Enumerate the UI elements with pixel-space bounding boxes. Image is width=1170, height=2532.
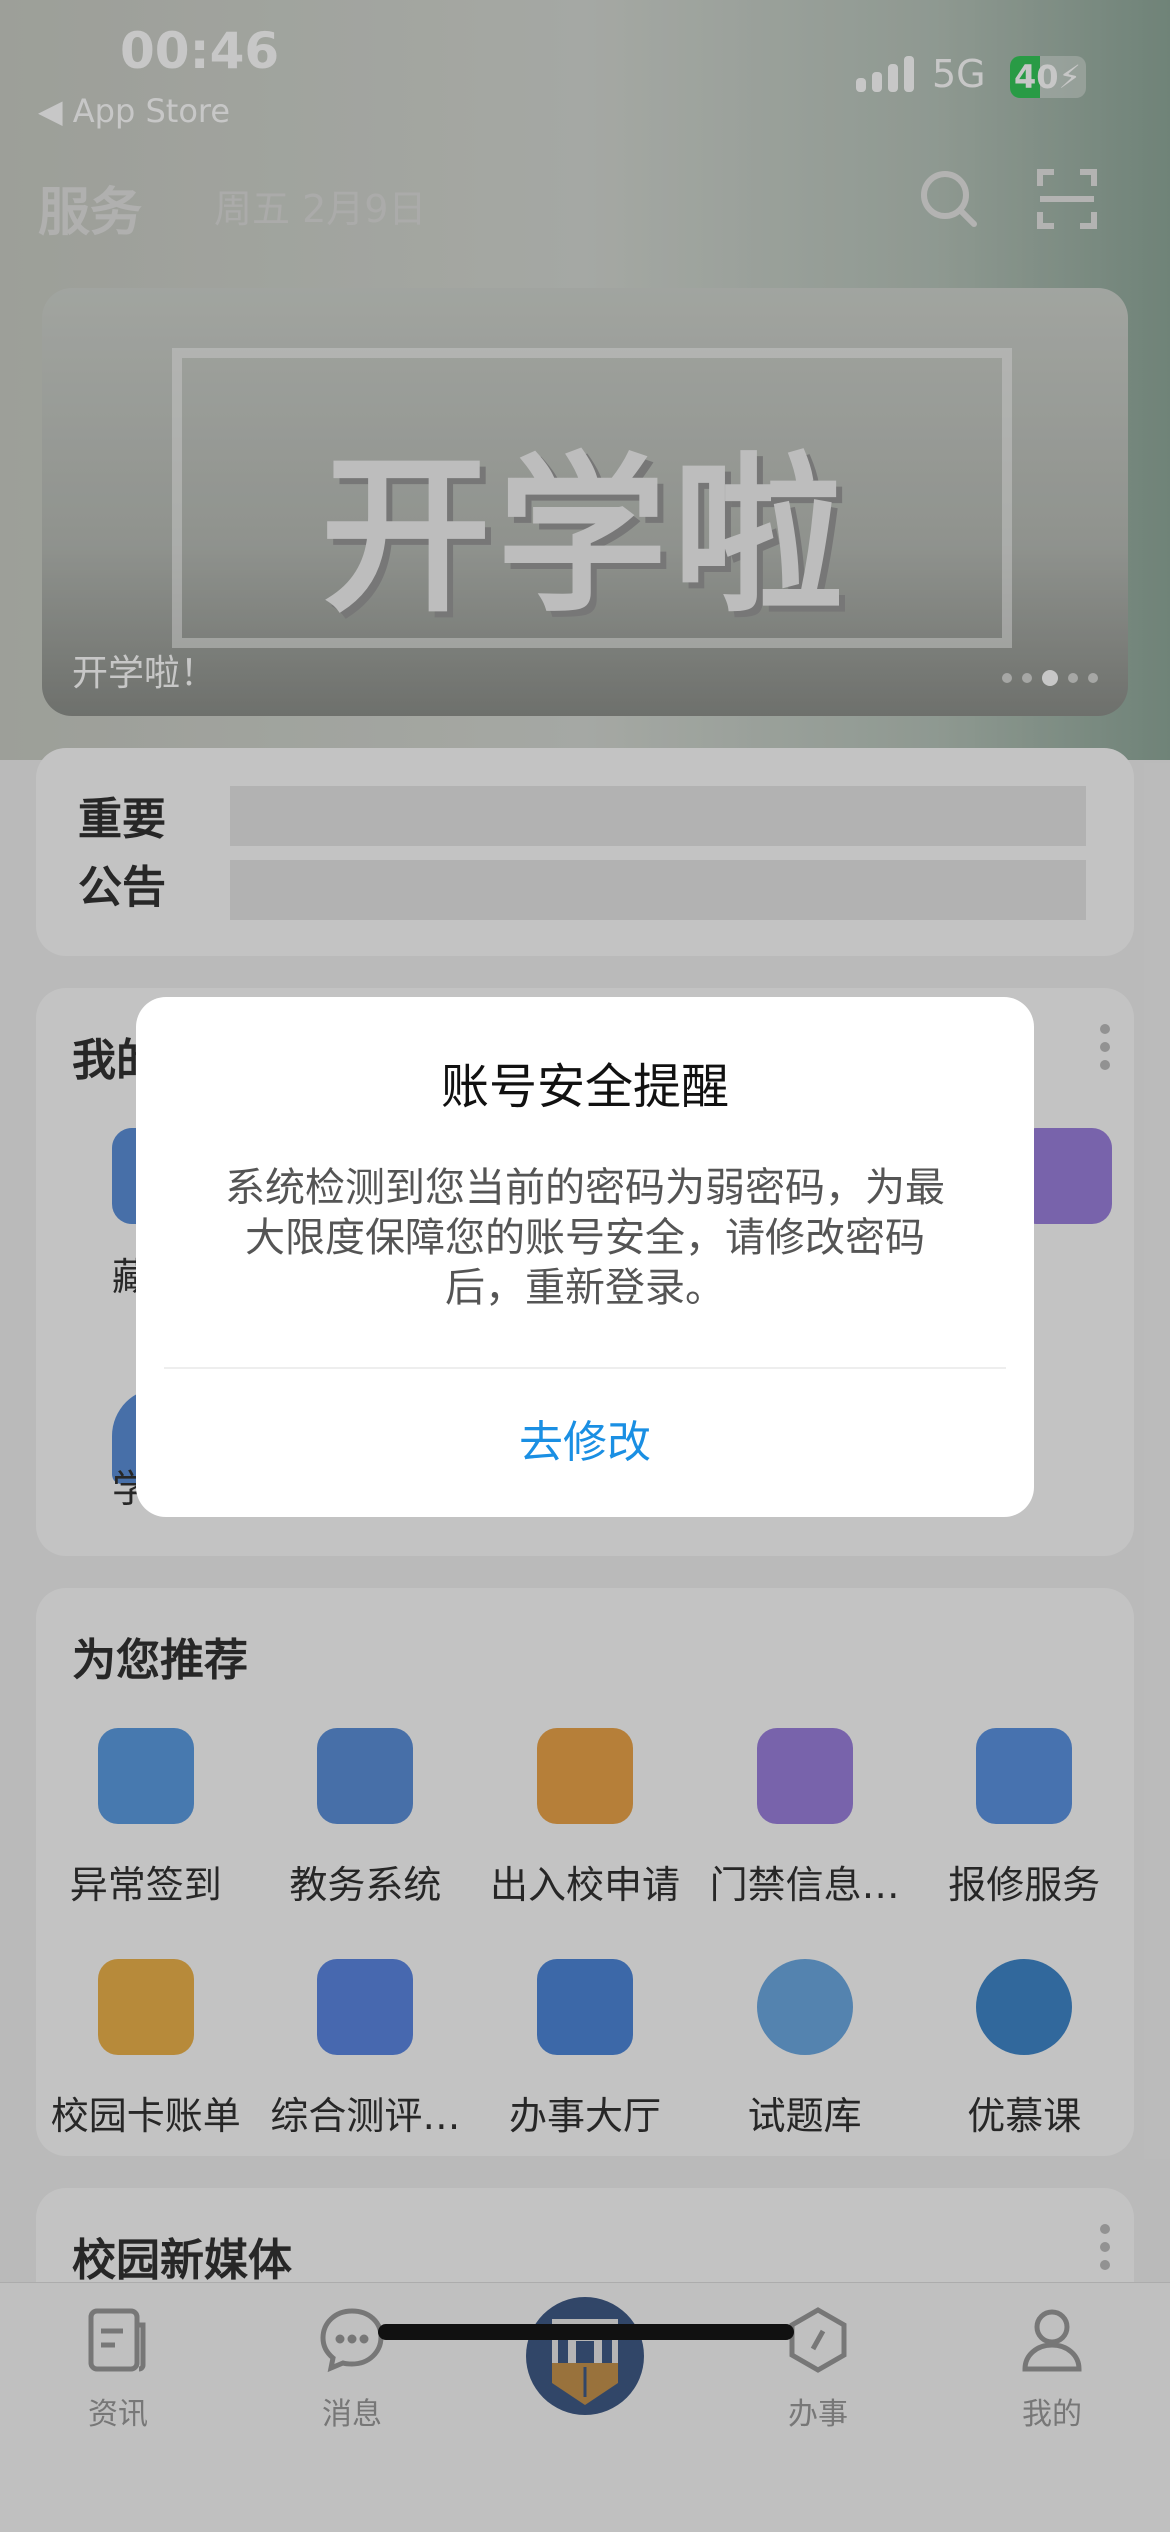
dialog-message: 系统检测到您当前的密码为弱密码，为最 大限度保障您的账号安全，请修改密码 后，重新登… xyxy=(225,1165,945,1311)
change-password-button[interactable]: 去修改 xyxy=(136,1369,1034,1517)
dialog-title: 账号安全提醒 xyxy=(440,1059,729,1115)
home-indicator[interactable] xyxy=(378,2324,794,2340)
account-security-dialog: 账号安全提醒 系统检测到您当前的密码为弱密码，为最 大限度保障您的账号安全，请修改… xyxy=(136,997,1034,1517)
